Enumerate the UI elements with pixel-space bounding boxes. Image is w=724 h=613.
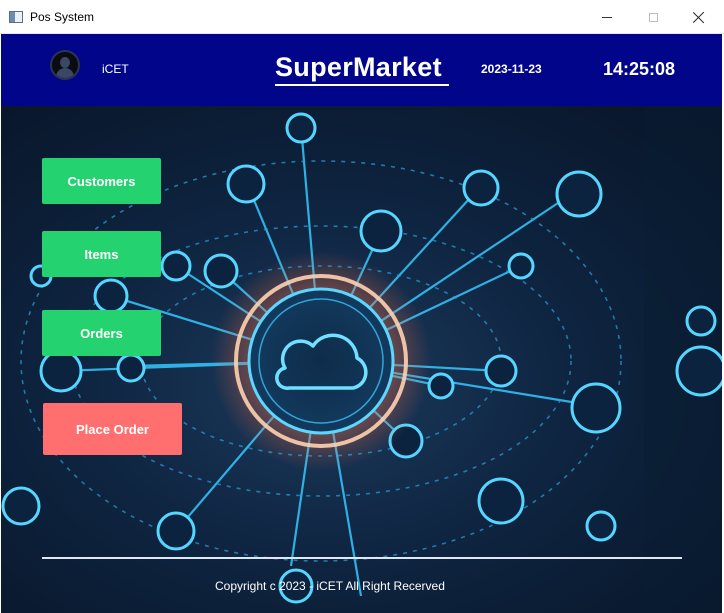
- minimize-icon: [602, 16, 612, 18]
- brand-underline: [275, 84, 449, 86]
- close-icon: [693, 11, 705, 23]
- close-button[interactable]: [676, 0, 722, 34]
- copyright-text: Copyright c 2023 - iCET All Right Recerv…: [215, 579, 445, 593]
- user-name: iCET: [102, 62, 129, 76]
- minimize-button[interactable]: [584, 0, 630, 34]
- brand-title: SuperMarket: [275, 52, 442, 82]
- user-avatar-icon: [50, 50, 80, 80]
- orders-button[interactable]: Orders: [42, 310, 161, 356]
- app-header: iCET SuperMarket 2023-11-23 14:25:08: [1, 34, 722, 106]
- app-window-icon: [9, 11, 23, 23]
- footer-divider: [42, 557, 682, 559]
- window-title: Pos System: [30, 10, 95, 24]
- items-button[interactable]: Items: [42, 231, 161, 277]
- title-bar: Pos System: [0, 0, 724, 34]
- maximize-button[interactable]: [630, 0, 676, 34]
- maximize-icon: [648, 12, 658, 22]
- current-time: 14:25:08: [603, 59, 676, 79]
- main-panel: Customers Items Orders Place Order Copyr…: [1, 106, 722, 613]
- pos-window: Pos System iCET SuperMarket 2023-11-23 1…: [0, 0, 724, 613]
- customers-button[interactable]: Customers: [42, 158, 161, 204]
- place-order-button[interactable]: Place Order: [43, 403, 182, 455]
- current-date: 2023-11-23: [481, 62, 542, 76]
